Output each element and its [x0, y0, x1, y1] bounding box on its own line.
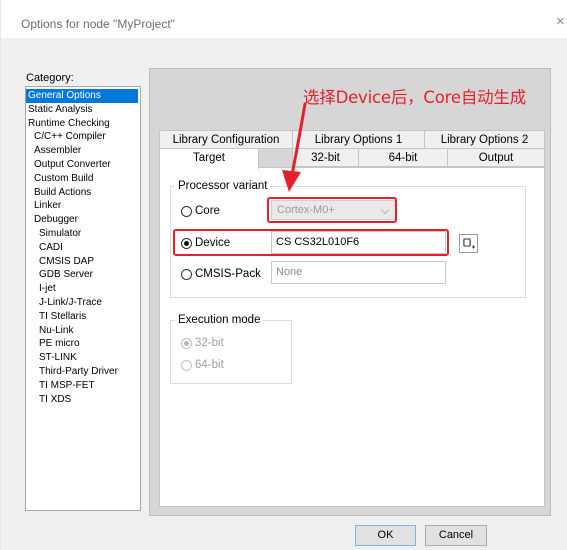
title-bar: Options for node "MyProject" × — [1, 8, 567, 38]
tab-library-options-2[interactable]: Library Options 2 — [424, 130, 545, 149]
window-title: Options for node "MyProject" — [21, 17, 175, 31]
exec-32-bit-label: 32-bit — [195, 337, 224, 349]
execution-mode-group — [170, 320, 292, 384]
category-item-output-converter[interactable]: Output Converter — [26, 158, 140, 172]
category-item-cadi[interactable]: CADI — [26, 241, 140, 255]
annotation-arrow-icon — [282, 102, 307, 192]
category-item-ti-stellaris[interactable]: TI Stellaris — [26, 310, 140, 324]
core-label: Core — [195, 205, 220, 217]
category-item-assembler[interactable]: Assembler — [26, 144, 140, 158]
category-item-nu-link[interactable]: Nu-Link — [26, 324, 140, 338]
cancel-button[interactable]: Cancel — [425, 525, 487, 546]
exec-64-bit-radio-button — [181, 359, 192, 371]
cmsis-pack-label: CMSIS-Pack — [195, 268, 261, 280]
category-item-cmsis-dap[interactable]: CMSIS DAP — [26, 255, 140, 269]
processor-variant-title: Processor variant — [175, 180, 271, 193]
category-item-st-link[interactable]: ST-LINK — [26, 351, 140, 365]
tab-output[interactable]: Output — [447, 148, 545, 167]
exec-64-bit-radio: 64-bit — [181, 359, 224, 371]
tab-target[interactable]: Target — [159, 148, 259, 169]
core-radio-button[interactable] — [181, 205, 192, 217]
device-select-icon — [463, 238, 475, 249]
category-label: Category: — [26, 72, 74, 84]
category-item-i-jet[interactable]: I-jet — [26, 282, 140, 296]
exec-64-bit-label: 64-bit — [195, 359, 224, 371]
category-item-simulator[interactable]: Simulator — [26, 227, 140, 241]
category-list[interactable]: General Options Static Analysis Runtime … — [25, 86, 141, 511]
category-item-linker[interactable]: Linker — [26, 199, 140, 213]
execution-mode-title: Execution mode — [175, 314, 264, 327]
options-dialog: Options for node "MyProject" × Category:… — [0, 0, 567, 550]
category-item-ti-msp-fet[interactable]: TI MSP-FET — [26, 379, 140, 393]
cmsis-pack-field: None — [271, 261, 446, 284]
category-item-third-party-driver[interactable]: Third-Party Driver — [26, 365, 140, 379]
exec-32-bit-radio-button — [181, 337, 192, 349]
core-radio[interactable]: Core — [181, 205, 220, 217]
core-highlight-box — [267, 197, 397, 223]
category-item-static-analysis[interactable]: Static Analysis — [26, 103, 140, 117]
category-item-pe-micro[interactable]: PE micro — [26, 337, 140, 351]
cmsis-pack-value: None — [276, 266, 303, 278]
category-item-general-options[interactable]: General Options — [26, 89, 138, 103]
category-item-gdb-server[interactable]: GDB Server — [26, 268, 140, 282]
category-item-build-actions[interactable]: Build Actions — [26, 186, 140, 200]
category-item-runtime-checking[interactable]: Runtime Checking — [26, 117, 140, 131]
annotation-text: 选择Device后，Core自动生成 — [303, 88, 527, 107]
category-item-ti-xds[interactable]: TI XDS — [26, 393, 140, 407]
cmsis-pack-radio-button[interactable] — [181, 268, 192, 280]
category-item-c-compiler[interactable]: C/C++ Compiler — [26, 130, 140, 144]
close-icon[interactable]: × — [556, 13, 565, 30]
top-strip — [1, 0, 567, 8]
exec-32-bit-radio: 32-bit — [181, 337, 224, 349]
device-select-button[interactable] — [459, 234, 478, 253]
ok-button[interactable]: OK — [355, 525, 416, 546]
category-item-debugger[interactable]: Debugger — [26, 213, 140, 227]
device-highlight-box — [173, 229, 449, 256]
category-item-j-link[interactable]: J-Link/J-Trace — [26, 296, 140, 310]
category-item-custom-build[interactable]: Custom Build — [26, 172, 140, 186]
tab-64-bit[interactable]: 64-bit — [358, 148, 448, 167]
cmsis-pack-radio[interactable]: CMSIS-Pack — [181, 268, 261, 280]
